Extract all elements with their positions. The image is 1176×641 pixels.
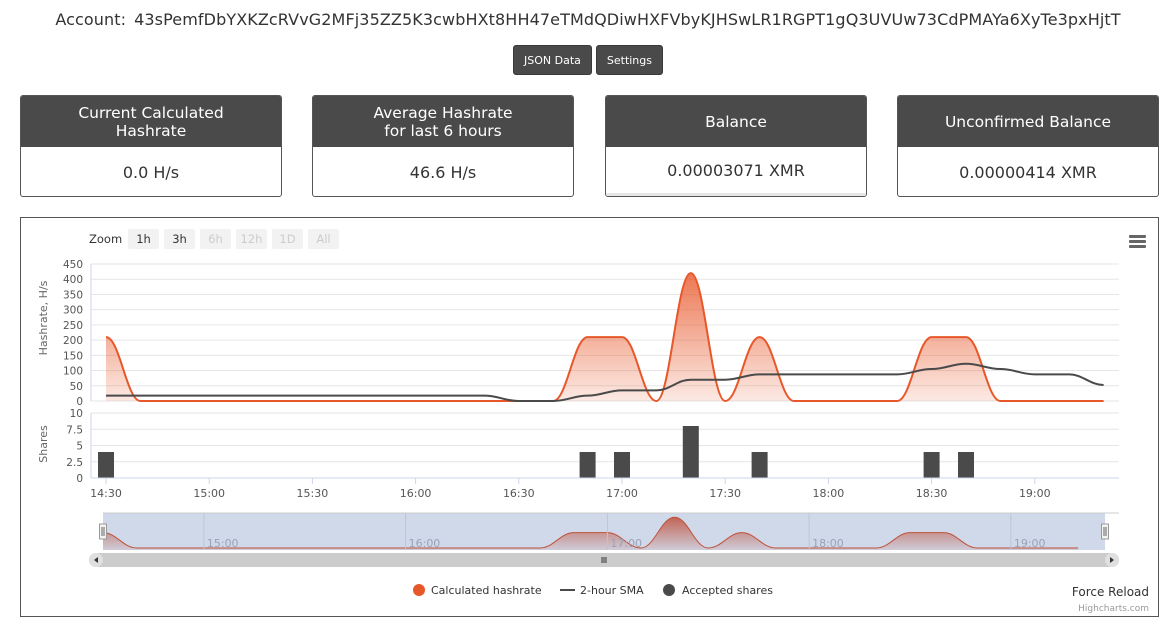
legend-label: Calculated hashrate [431, 584, 542, 597]
card-title: Unconfirmed Balance [898, 96, 1158, 147]
navigator-tick-label: 17:00 [610, 537, 642, 550]
y-tick-label: 200 [63, 335, 83, 347]
legend-symbol-shares [663, 584, 675, 596]
zoom-button-label: 12h [241, 232, 263, 246]
zoom-button-label: 6h [208, 232, 223, 246]
navigator-handle-left[interactable] [99, 523, 107, 540]
legend: Calculated hashrate 2-hour SMA Accepted … [413, 584, 773, 597]
y-tick-label: 10 [70, 408, 83, 420]
balance-card: Balance 0.00003071 XMR [605, 95, 867, 197]
x-tick-label: 17:00 [606, 487, 638, 500]
shares-column [682, 426, 699, 478]
zoom-button-all: All [308, 229, 339, 249]
hashrate-chart: Zoom 1h 3h 6h 12h 1D All 05010015020025030035… [37, 229, 1149, 614]
x-tick-label: 17:30 [709, 487, 741, 500]
highcharts-credits-link[interactable]: Highcharts.com [1078, 604, 1149, 614]
zoom-button-6h: 6h [200, 229, 231, 249]
y-tick-label: 5 [76, 441, 83, 453]
x-tick-label: 14:30 [90, 487, 122, 500]
zoom-button-1h[interactable]: 1h [128, 229, 159, 249]
x-tick-label: 18:00 [813, 487, 845, 500]
legend-item-accepted-shares[interactable]: Accepted shares [663, 584, 773, 597]
navigator-scrollbar[interactable] [89, 553, 1119, 567]
card-title: Current Calculated Hashrate [21, 96, 281, 147]
json-data-button[interactable]: JSON Data [513, 45, 592, 75]
y-axis-title-hashrate: Hashrate, H/s [37, 280, 50, 355]
hamburger-menu-icon[interactable] [1129, 235, 1146, 248]
y-tick-label: 350 [63, 289, 83, 301]
legend-label: 2-hour SMA [580, 584, 644, 597]
y-tick-label: 250 [63, 320, 83, 332]
y-tick-label: 400 [63, 274, 83, 286]
card-value: 0.00003071 XMR [606, 147, 866, 196]
y-tick-label: 150 [63, 350, 83, 362]
handle-body [99, 523, 107, 540]
navigator-tick-label: 15:00 [207, 537, 239, 550]
legend-item-calculated-hashrate[interactable]: Calculated hashrate [413, 584, 542, 597]
zoom-button-12h: 12h [236, 229, 267, 249]
navigator-handle-right[interactable] [1101, 523, 1109, 540]
account-address: 43sPemfDbYXKZcRVvG2MFj35ZZ5K3cwbHXt8HH47… [134, 10, 1121, 29]
y-tick-label: 7.5 [66, 424, 83, 436]
x-tick-label: 15:30 [297, 487, 329, 500]
navigator-tick-label: 18:00 [812, 537, 844, 550]
x-tick-label: 16:30 [503, 487, 535, 500]
zoom-button-label: All [316, 232, 330, 246]
handle-body [1101, 523, 1109, 540]
card-title: Average Hashrate for last 6 hours [313, 96, 573, 147]
y-tick-label: 50 [70, 381, 83, 393]
y-tick-label: 100 [63, 366, 83, 378]
x-tick-label: 19:00 [1019, 487, 1051, 500]
settings-button[interactable]: Settings [595, 45, 663, 75]
navigator-tick-label: 19:00 [1014, 537, 1046, 550]
plot-series [98, 272, 1104, 478]
hashrate-chart-container: Zoom 1h 3h 6h 12h 1D All 0 50 100 150 200 250 300 35… [20, 217, 1159, 617]
y-tick-label: 0 [76, 473, 83, 485]
shares-column [579, 452, 596, 478]
legend-item-2-hour-sma[interactable]: 2-hour SMA [560, 584, 644, 597]
card-value: 0.0 H/s [122, 162, 180, 182]
account-header: Account: 43sPemfDbYXKZcRVvG2MFj35ZZ5K3cwb… [0, 10, 1176, 29]
x-axis: 14:30 15:00 15:30 16:00 16:30 17:00 17:30 18:00… [90, 477, 1119, 500]
account-label: Account: [55, 10, 127, 29]
zoom-button-3h[interactable]: 3h [164, 229, 195, 249]
card-value: 46.6 H/s [409, 162, 477, 182]
y-tick-label: 450 [63, 259, 83, 271]
average-hashrate-card: Average Hashrate for last 6 hours 46.6 H/… [312, 95, 574, 197]
shares-column [958, 452, 974, 478]
force-reload-link[interactable]: Force Reload [1072, 585, 1149, 599]
current-hashrate-card: Current Calculated Hashrate 0.0 H/s [20, 95, 282, 197]
y-tick-label: 0 [76, 396, 83, 408]
zoom-button-label: 3h [172, 232, 187, 246]
y-axis-title-shares: Shares [37, 425, 50, 463]
navigator[interactable]: 15:00 16:00 17:00 18:00 19:00 [89, 512, 1119, 567]
shares-column [751, 452, 768, 478]
y-tick-label: 2.5 [66, 457, 83, 469]
shares-column [98, 452, 114, 478]
x-tick-label: 18:30 [916, 487, 948, 500]
zoom-button-label: 1D [279, 232, 295, 246]
card-title: Balance [606, 96, 866, 147]
zoom-label: Zoom [89, 232, 122, 246]
card-value: 0.00000414 XMR [959, 162, 1097, 182]
zoom-button-1d: 1D [272, 229, 303, 249]
shares-column [923, 452, 940, 478]
x-tick-label: 15:00 [193, 487, 225, 500]
navigator-tick-label: 16:00 [409, 537, 441, 550]
y-axes: 0 50 100 150 200 250 300 350 400 450 0 2.5 5 7.5 10 [63, 259, 92, 485]
shares-column [614, 452, 630, 478]
legend-symbol-hashrate [413, 584, 425, 596]
action-buttons: JSON Data Settings [0, 45, 1176, 75]
zoom-button-label: 1h [136, 232, 151, 246]
y-tick-label: 300 [63, 305, 83, 317]
unconfirmed-balance-card: Unconfirmed Balance 0.00000414 XMR [897, 95, 1159, 197]
legend-label: Accepted shares [682, 584, 773, 597]
x-tick-label: 16:00 [400, 487, 432, 500]
range-selector: 1h 3h 6h 12h 1D All [128, 229, 339, 249]
